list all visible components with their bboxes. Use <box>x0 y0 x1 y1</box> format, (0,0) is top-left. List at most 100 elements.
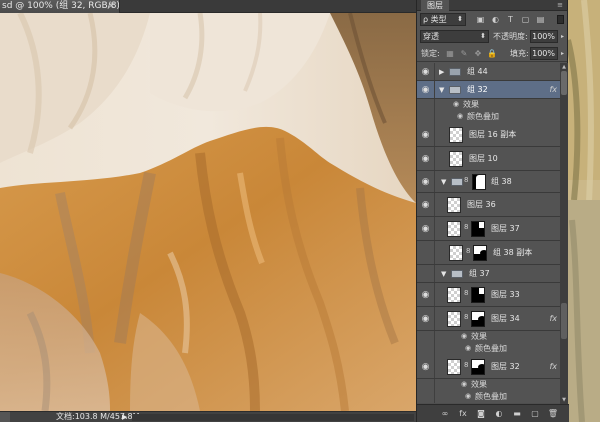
visibility-toggle[interactable] <box>417 99 435 111</box>
visibility-toggle[interactable] <box>417 391 435 403</box>
new-adjustment-layer-icon[interactable]: ◐ <box>493 409 505 419</box>
opacity-field[interactable]: 100% <box>530 30 558 43</box>
layer-mask-thumbnail[interactable] <box>471 311 485 327</box>
adjustment-filter-icon[interactable]: ◐ <box>490 14 501 25</box>
layer-thumbnail[interactable] <box>447 311 461 327</box>
link-icon[interactable]: 8 <box>464 223 468 231</box>
effect-item[interactable]: ◉ 颜色叠加 <box>417 343 560 355</box>
eye-icon[interactable]: ◉ <box>417 241 435 264</box>
shape-filter-icon[interactable]: ▢ <box>520 14 531 25</box>
pixel-filter-icon[interactable]: ▣ <box>475 14 486 25</box>
effect-eye-icon[interactable]: ◉ <box>461 332 467 340</box>
layer-row[interactable]: ◉ 图层 16 副本 <box>417 123 560 147</box>
eye-icon[interactable]: ◉ <box>417 307 435 330</box>
layer-row[interactable]: ◉ 8 图层 33 <box>417 283 560 307</box>
effect-item[interactable]: ◉ 颜色叠加 <box>417 111 560 123</box>
fill-slider-arrow-icon[interactable]: ▸ <box>559 48 566 59</box>
fx-badge[interactable]: fx <box>549 85 557 94</box>
visibility-toggle[interactable] <box>417 379 435 391</box>
layer-thumbnail[interactable] <box>447 221 461 237</box>
layer-row[interactable]: ◉ 图层 10 <box>417 147 560 171</box>
fx-badge[interactable]: fx <box>549 362 557 371</box>
eye-icon[interactable]: ◉ <box>417 123 435 146</box>
eye-icon[interactable]: ◉ <box>417 193 435 216</box>
delete-layer-icon[interactable]: 🗑 <box>547 409 559 419</box>
link-icon[interactable]: 8 <box>464 361 468 369</box>
layer-row[interactable]: ◉ 8 图层 32 fx <box>417 355 560 379</box>
horizontal-scrollbar[interactable] <box>132 414 414 421</box>
new-layer-icon[interactable]: ▢ <box>529 409 541 419</box>
canvas[interactable] <box>0 13 416 411</box>
eye-icon[interactable]: ◉ <box>417 217 435 240</box>
chevron-down-icon[interactable]: ▼ <box>441 265 446 282</box>
layer-thumbnail[interactable] <box>449 245 463 261</box>
scroll-down-icon[interactable]: ▼ <box>560 396 568 404</box>
fx-badge[interactable]: fx <box>549 314 557 323</box>
effect-eye-icon[interactable]: ◉ <box>453 100 459 108</box>
scroll-thumb[interactable] <box>561 71 567 95</box>
layer-group-row[interactable]: ◉ ▼ 组 32 fx <box>417 81 560 99</box>
panel-menu-icon[interactable]: ≡ <box>557 0 563 11</box>
layer-mask-thumbnail[interactable] <box>472 174 486 190</box>
chevron-down-icon[interactable]: ▼ <box>439 81 444 98</box>
opacity-slider-arrow-icon[interactable]: ▸ <box>559 31 566 42</box>
effect-eye-icon[interactable]: ◉ <box>461 380 467 388</box>
lock-position-icon[interactable]: ✥ <box>473 48 483 59</box>
document-tab[interactable]: sd @ 100% (组 32, RGB/8) * × <box>0 0 120 13</box>
layer-group-row[interactable]: ◉ ▼ 组 37 <box>417 265 560 283</box>
effect-eye-icon[interactable]: ◉ <box>457 112 463 120</box>
layer-thumbnail[interactable] <box>449 127 463 143</box>
layer-thumbnail[interactable] <box>447 359 461 375</box>
smart-object-filter-icon[interactable]: ▤ <box>535 14 546 25</box>
tab-layers[interactable]: 图层 <box>421 0 449 11</box>
layer-mask-thumbnail[interactable] <box>473 245 487 261</box>
chevron-right-icon[interactable]: ▶ <box>439 63 444 80</box>
fill-field[interactable]: 100% <box>530 47 558 60</box>
visibility-toggle[interactable] <box>417 331 435 343</box>
eye-icon[interactable]: ◉ <box>417 147 435 170</box>
layer-row[interactable]: ◉ 8 图层 37 <box>417 217 560 241</box>
link-layers-icon[interactable]: ∞ <box>439 409 451 419</box>
zoom-field[interactable] <box>0 412 10 422</box>
scroll-up-icon[interactable]: ▲ <box>560 63 568 71</box>
eye-icon[interactable]: ◉ <box>417 265 435 282</box>
new-group-icon[interactable]: ▬ <box>511 409 523 419</box>
lock-pixels-icon[interactable]: ✎ <box>459 48 469 59</box>
layer-group-row[interactable]: ◉ ▼ 8 组 38 <box>417 171 560 193</box>
eye-icon[interactable]: ◉ <box>417 81 435 98</box>
layers-vertical-scrollbar[interactable]: ▲ ▼ <box>560 63 568 404</box>
visibility-toggle[interactable] <box>417 111 435 123</box>
layer-row[interactable]: ◉ 8 图层 34 fx <box>417 307 560 331</box>
add-mask-icon[interactable]: ◙ <box>475 409 487 419</box>
layer-group-row[interactable]: ◉ ▶ 组 44 <box>417 63 560 81</box>
layer-mask-thumbnail[interactable] <box>471 359 485 375</box>
effects-header[interactable]: ◉ 效果 <box>417 379 560 391</box>
link-icon[interactable]: 8 <box>464 289 468 297</box>
lock-transparent-icon[interactable]: ▦ <box>445 48 455 59</box>
close-icon[interactable]: × <box>107 0 115 13</box>
link-icon[interactable]: 8 <box>466 247 470 255</box>
layer-thumbnail[interactable] <box>447 197 461 213</box>
link-icon[interactable]: 8 <box>464 176 468 184</box>
filter-toggle-switch[interactable] <box>557 15 564 24</box>
eye-icon[interactable]: ◉ <box>417 63 435 80</box>
blend-mode-select[interactable]: 穿透 ⬍ <box>420 30 489 43</box>
layer-row[interactable]: ◉ 图层 36 <box>417 193 560 217</box>
layer-thumbnail[interactable] <box>447 287 461 303</box>
layer-mask-thumbnail[interactable] <box>471 221 485 237</box>
status-menu-arrow-icon[interactable]: ▶ <box>122 412 127 422</box>
effect-eye-icon[interactable]: ◉ <box>465 392 471 400</box>
add-layer-style-icon[interactable]: fx <box>457 409 469 419</box>
chevron-down-icon[interactable]: ▼ <box>441 171 446 192</box>
lock-all-icon[interactable]: 🔒 <box>487 48 497 59</box>
layer-mask-thumbnail[interactable] <box>471 287 485 303</box>
eye-icon[interactable]: ◉ <box>417 355 435 378</box>
layer-row[interactable]: ◉ 8 组 38 副本 <box>417 241 560 265</box>
effect-eye-icon[interactable]: ◉ <box>465 344 471 352</box>
layer-thumbnail[interactable] <box>449 151 463 167</box>
effects-header[interactable]: ◉ 效果 <box>417 331 560 343</box>
visibility-toggle[interactable] <box>417 343 435 355</box>
type-filter-icon[interactable]: T <box>505 14 516 25</box>
eye-icon[interactable]: ◉ <box>417 171 435 192</box>
link-icon[interactable]: 8 <box>464 313 468 321</box>
